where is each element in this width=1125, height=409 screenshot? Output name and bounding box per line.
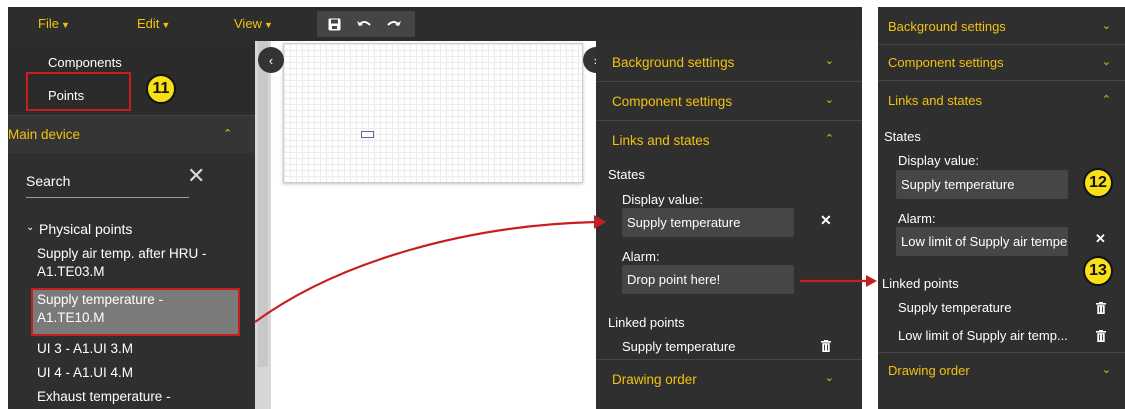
arrow-head <box>866 275 877 287</box>
arrow-head <box>594 215 606 229</box>
drag-arrow-curve <box>254 220 597 323</box>
annotation-arrows <box>254 215 877 323</box>
